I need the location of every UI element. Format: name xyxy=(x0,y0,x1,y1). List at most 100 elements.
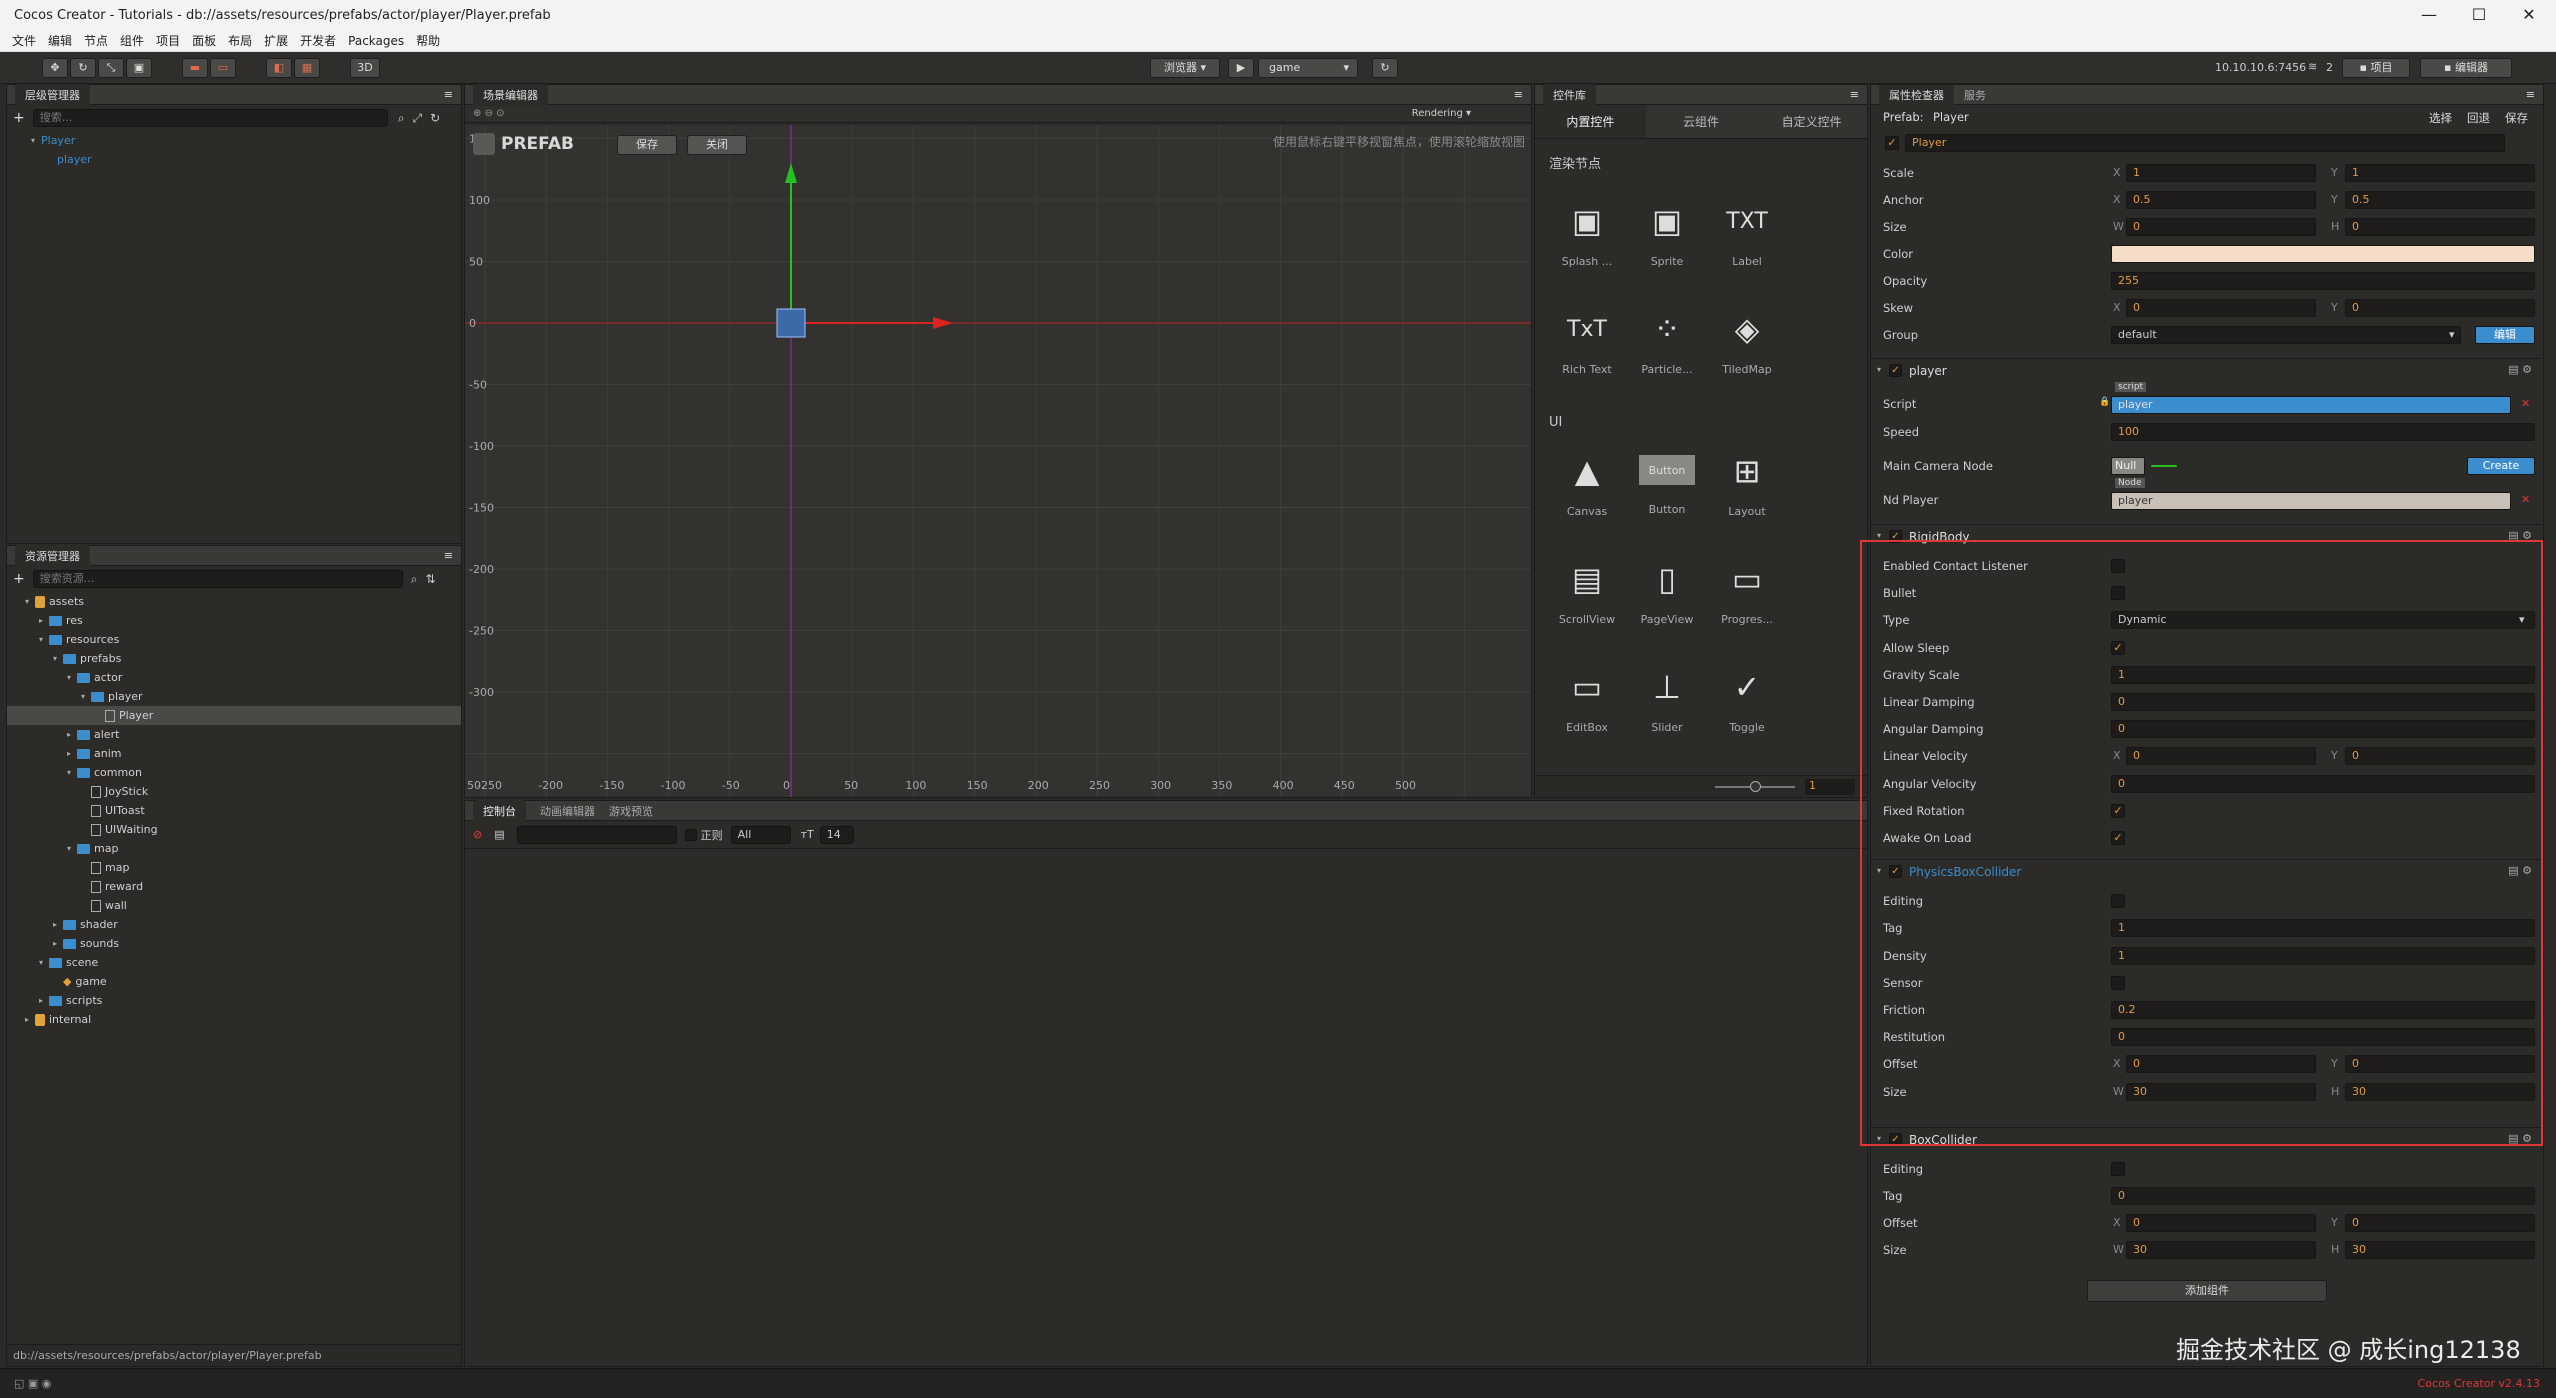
asset-folder-row[interactable]: ▸ scripts xyxy=(7,991,461,1010)
speed-input[interactable]: 100 xyxy=(2111,423,2535,441)
property-input[interactable]: 0 xyxy=(2111,1028,2535,1047)
collapse-icon[interactable]: ▸ xyxy=(67,730,77,739)
type-select[interactable]: Dynamic xyxy=(2111,611,2535,630)
preview-mode-select[interactable]: 浏览器 ▾ xyxy=(1150,58,1220,78)
component-header[interactable]: ▾ ✓ PhysicsBoxCollider ▤ ⚙ xyxy=(1871,859,2542,883)
menu-item[interactable]: 扩展 xyxy=(264,32,288,49)
console-search-input[interactable] xyxy=(516,825,677,844)
asset-file-row[interactable]: UIWaiting xyxy=(7,820,461,839)
asset-file-row[interactable]: UIToast xyxy=(7,801,461,820)
panel-menu-icon[interactable]: ≡ xyxy=(1514,88,1523,101)
zoom-fit-icon[interactable]: ⊙ xyxy=(493,108,504,119)
add-node-icon[interactable]: + xyxy=(13,110,25,126)
console-tab[interactable]: 控制台 xyxy=(473,799,526,822)
color-swatch[interactable] xyxy=(2111,245,2535,263)
zoom-out-icon[interactable]: ⊖ xyxy=(481,108,493,119)
widget-tab[interactable]: 内置控件 xyxy=(1535,105,1646,138)
asset-folder-row[interactable]: ▾ player xyxy=(7,687,461,706)
move-tool-icon[interactable]: ✥ xyxy=(42,58,68,78)
property-y-input[interactable]: 0 xyxy=(2345,299,2535,317)
camera-node-field[interactable]: Null xyxy=(2111,457,2145,475)
panel-menu-icon[interactable]: ≡ xyxy=(1850,88,1859,101)
component-header[interactable]: ▾ ✓ BoxCollider ▤ ⚙ xyxy=(1871,1126,2542,1151)
inspector-tab[interactable]: 属性检查器 xyxy=(1879,85,1954,106)
property-input[interactable]: 0 xyxy=(2111,1187,2535,1205)
property-h-input[interactable]: 0 xyxy=(2345,218,2535,236)
hierarchy-tab[interactable]: 层级管理器 xyxy=(15,83,90,106)
expand-icon[interactable]: ▾ xyxy=(67,673,77,682)
clear-icon[interactable]: ✕ xyxy=(2521,493,2530,506)
play-button[interactable]: ▶ xyxy=(1228,58,1254,78)
sort-icon[interactable]: ⇅ xyxy=(425,572,435,586)
scene-viewport[interactable]: 250200150100500-50-100-150-200-250-30050… xyxy=(465,125,1531,797)
asset-folder-row[interactable]: ▾ map xyxy=(7,839,461,858)
widget-item[interactable]: ⊥ Slider xyxy=(1627,661,1707,734)
asset-file-row[interactable]: reward xyxy=(7,877,461,896)
rect-tool-icon[interactable]: ▣ xyxy=(126,58,152,78)
console-tab[interactable]: 动画编辑器 xyxy=(540,803,595,819)
search-icon[interactable]: ⌕ xyxy=(398,111,405,126)
collapse-icon[interactable]: ▾ xyxy=(1877,866,1881,875)
widget-tab[interactable]: 云组件 xyxy=(1645,105,1757,138)
prefab-close-button[interactable]: 关闭 xyxy=(687,135,747,155)
expand-icon[interactable]: ▾ xyxy=(67,768,77,777)
expand-icon[interactable]: ▾ xyxy=(39,958,49,967)
widget-item[interactable]: ✓ Toggle xyxy=(1707,661,1787,734)
nd-player-field[interactable]: player xyxy=(2111,492,2511,510)
collapse-icon[interactable]: ▾ xyxy=(1877,365,1881,374)
property-y-input[interactable]: 1 xyxy=(2345,164,2535,182)
widget-item[interactable]: ▭ Progres... xyxy=(1707,553,1787,626)
hierarchy-child-node[interactable]: player xyxy=(7,150,461,169)
asset-folder-row[interactable]: ▾ scene xyxy=(7,953,461,972)
script-asset-field[interactable]: player xyxy=(2111,396,2511,414)
widget-item[interactable]: ▤ ScrollView xyxy=(1547,553,1627,626)
widget-item[interactable]: ▲ Canvas xyxy=(1547,445,1627,518)
component-settings-icon[interactable]: ▤ ⚙ xyxy=(2508,363,2532,376)
property-y-input[interactable]: 0 xyxy=(2345,1214,2535,1233)
toggle-3d-button[interactable]: 3D xyxy=(350,58,380,78)
menu-item[interactable]: 帮助 xyxy=(416,32,440,49)
collapse-icon[interactable]: ▸ xyxy=(25,1015,35,1024)
open-log-icon[interactable]: ▤ xyxy=(494,828,504,841)
zoom-slider-handle[interactable] xyxy=(1750,781,1761,792)
widget-item[interactable]: TXT Label xyxy=(1707,195,1787,269)
font-size-select[interactable]: 14 xyxy=(819,825,854,844)
property-input[interactable]: 255 xyxy=(2111,272,2535,290)
scene-tab[interactable]: 场景编辑器 xyxy=(473,83,548,106)
property-checkbox[interactable] xyxy=(2111,559,2125,573)
asset-folder-row[interactable]: ▾ resources xyxy=(7,630,461,649)
node-name-input[interactable]: Player xyxy=(1905,134,2505,152)
property-checkbox[interactable]: ✓ xyxy=(2111,831,2125,845)
component-enabled-checkbox[interactable]: ✓ xyxy=(1889,530,1902,543)
property-checkbox[interactable] xyxy=(2111,894,2125,909)
add-asset-icon[interactable]: + xyxy=(13,571,25,587)
widget-item[interactable]: ▣ Sprite xyxy=(1627,195,1707,268)
search-icon[interactable]: ⌕ xyxy=(411,572,418,587)
menu-item[interactable]: 开发者 xyxy=(300,32,336,49)
widget-item[interactable]: TxT Rich Text xyxy=(1547,303,1627,377)
property-input[interactable]: 1 xyxy=(2111,946,2535,965)
collapse-icon[interactable]: ▸ xyxy=(53,920,63,929)
property-x-input[interactable]: 0 xyxy=(2126,1055,2316,1074)
component-header[interactable]: ▾ ✓ player ▤ ⚙ xyxy=(1871,358,2542,382)
asset-folder-row[interactable]: ▾ actor xyxy=(7,668,461,687)
scene-select[interactable]: game ▾ xyxy=(1258,58,1358,78)
property-checkbox[interactable] xyxy=(2111,586,2125,601)
property-checkbox[interactable] xyxy=(2111,1161,2125,1176)
menu-item[interactable]: 项目 xyxy=(156,32,180,49)
snap-icon[interactable]: ▦ xyxy=(294,58,320,78)
prefab-save-button[interactable]: 保存 xyxy=(617,135,677,155)
component-enabled-checkbox[interactable]: ✓ xyxy=(1889,364,1902,377)
property-x-input[interactable]: 0 xyxy=(2126,299,2316,317)
group-select[interactable]: default xyxy=(2111,326,2461,344)
panel-menu-icon[interactable]: ≡ xyxy=(444,88,453,101)
property-input[interactable]: 0 xyxy=(2111,720,2535,739)
property-w-input[interactable]: 30 xyxy=(2126,1241,2316,1260)
collapse-icon[interactable]: ▸ xyxy=(39,616,49,625)
hierarchy-root-node[interactable]: ▾ Player xyxy=(7,131,461,150)
zoom-value[interactable]: 1 xyxy=(1805,779,1855,795)
widget-tab[interactable]: 自定义控件 xyxy=(1756,105,1868,138)
zoom-in-icon[interactable]: ⊕ xyxy=(473,108,481,119)
prefab-action-button[interactable]: 选择 xyxy=(2429,110,2452,126)
asset-file-row[interactable]: ◆ game xyxy=(7,972,461,991)
